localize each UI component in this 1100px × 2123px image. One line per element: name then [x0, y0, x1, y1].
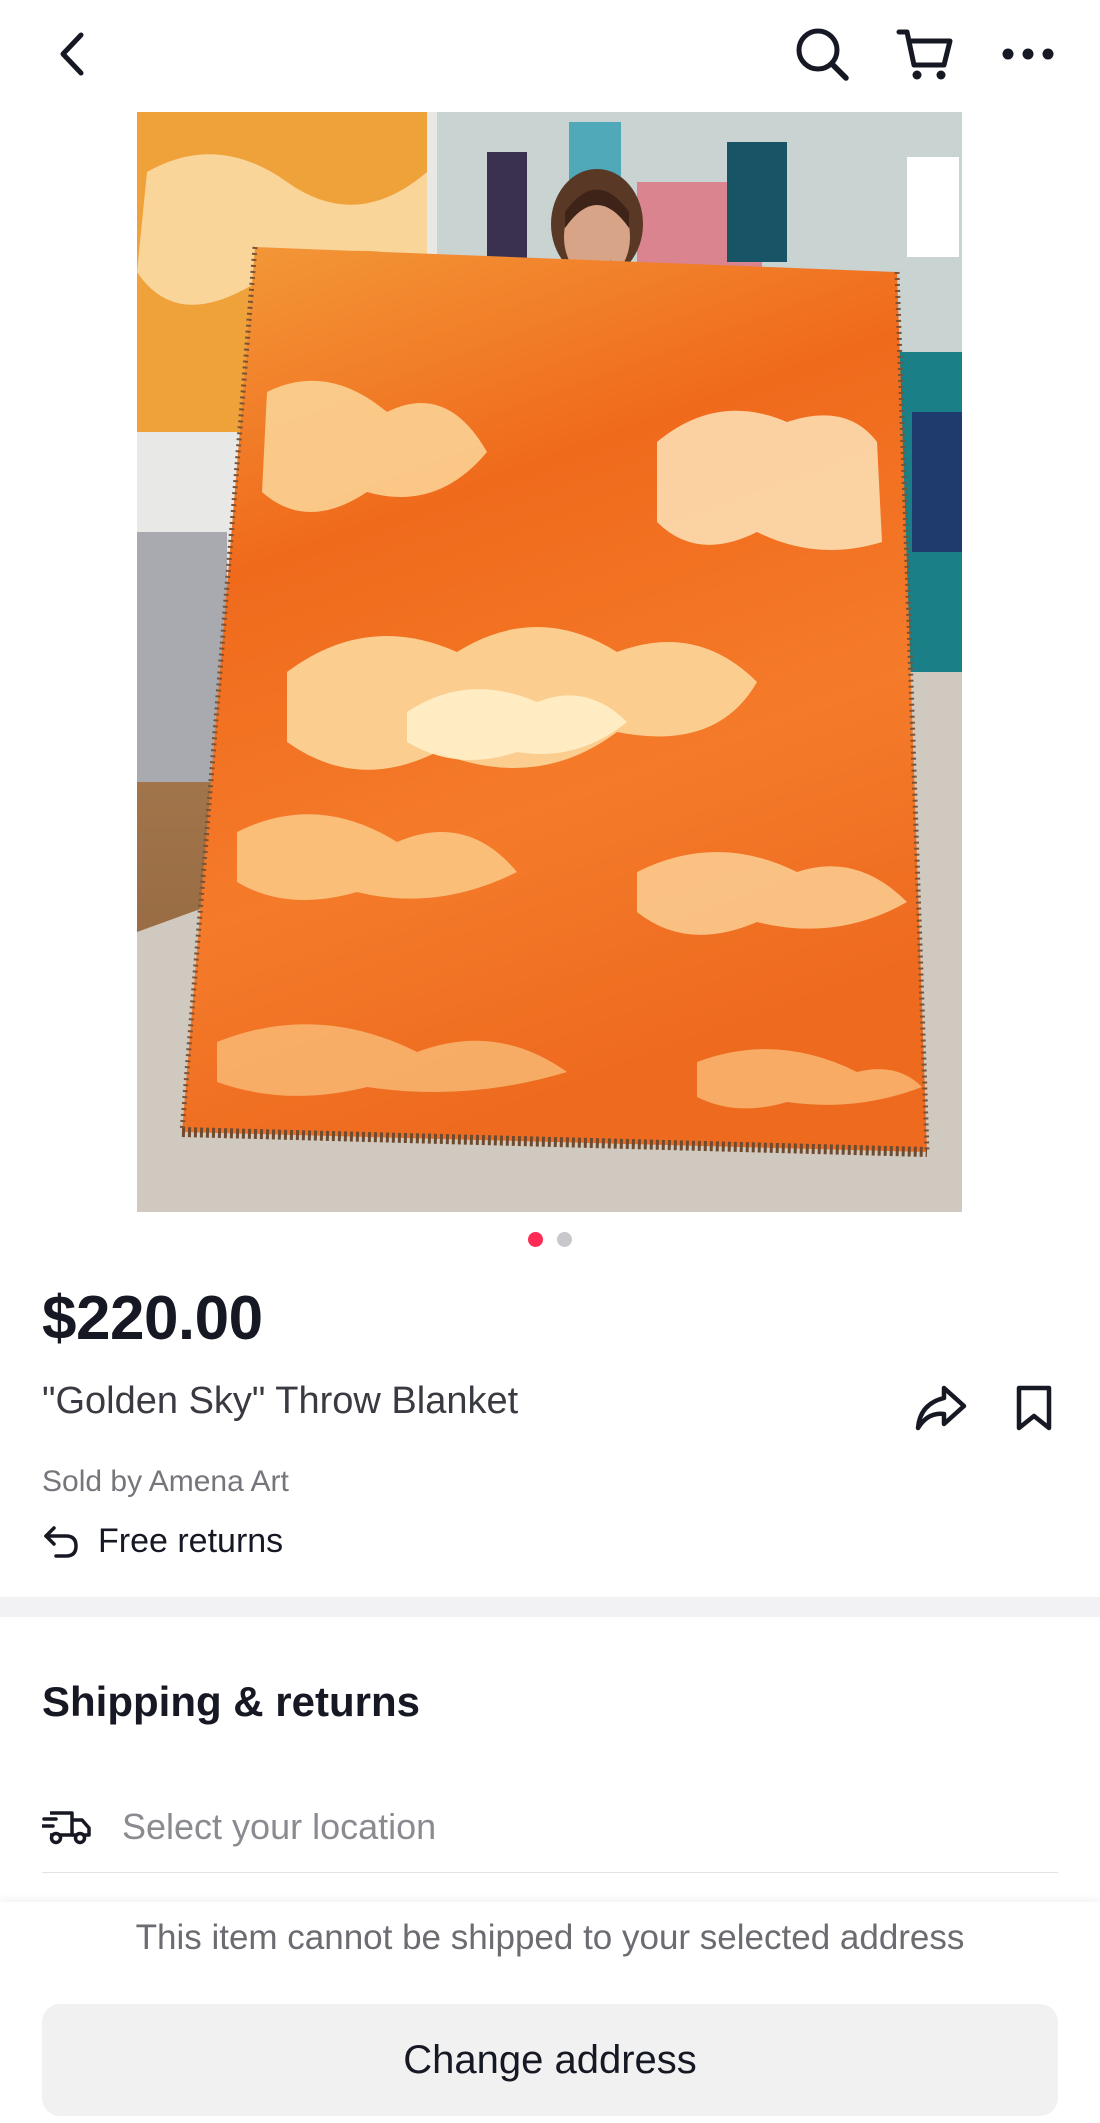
change-address-button[interactable]: Change address: [42, 2004, 1058, 2116]
product-photo: [137, 112, 962, 1212]
pagination-dot[interactable]: [557, 1232, 572, 1247]
section-divider: [0, 1597, 1100, 1617]
return-arrow-icon: [44, 1525, 78, 1558]
more-horizontal-icon: [1002, 48, 1054, 60]
back-button[interactable]: [40, 22, 104, 86]
shipping-notice: This item cannot be shipped to your sele…: [135, 1918, 965, 1957]
share-button[interactable]: [905, 1372, 977, 1444]
bookmark-button[interactable]: [998, 1372, 1070, 1444]
more-button[interactable]: [996, 22, 1060, 86]
free-returns[interactable]: Free returns: [42, 1522, 283, 1561]
shipping-heading: Shipping & returns: [42, 1678, 420, 1725]
chevron-left-icon: [60, 32, 84, 76]
seller-name[interactable]: Sold by Amena Art: [42, 1465, 289, 1499]
free-returns-label: Free returns: [98, 1522, 284, 1560]
pagination-dot-active[interactable]: [528, 1232, 543, 1247]
bookmark-icon: [1016, 1385, 1052, 1431]
image-pagination: [0, 1232, 1100, 1248]
top-bar: [0, 0, 1100, 112]
location-placeholder: Select your location: [122, 1806, 437, 1847]
search-icon: [796, 28, 849, 81]
product-price: $220.00: [42, 1284, 263, 1353]
search-button[interactable]: [790, 22, 854, 86]
select-location-row[interactable]: Select your location: [42, 1782, 1058, 1873]
product-image[interactable]: [137, 112, 962, 1212]
share-icon: [915, 1385, 967, 1431]
cart-button[interactable]: [893, 22, 957, 86]
product-title: "Golden Sky" Throw Blanket: [42, 1380, 519, 1422]
delivery-truck-icon: [42, 1811, 91, 1845]
cart-icon: [896, 29, 953, 80]
